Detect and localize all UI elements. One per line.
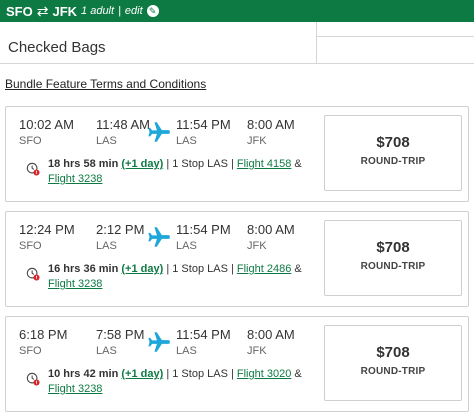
- fare-price: $708: [376, 344, 410, 361]
- airplane-icon: [148, 122, 170, 142]
- connection-airport: LAS: [96, 240, 117, 252]
- flight-number-link-1[interactable]: Flight 3020: [237, 368, 291, 380]
- trip-duration: 16 hrs 36 min: [48, 263, 119, 275]
- fare-type: ROUND-TRIP: [360, 156, 426, 167]
- arrival-airport: JFK: [247, 345, 267, 357]
- separator: |: [118, 5, 121, 17]
- flight-number-link-2[interactable]: Flight 3238: [48, 173, 102, 185]
- ampersand: &: [294, 158, 302, 170]
- arrival-time: 8:00 AM: [247, 222, 295, 237]
- plus-day-link[interactable]: (+1 day): [121, 368, 163, 380]
- ampersand: &: [294, 263, 302, 275]
- arrival-time: 8:00 AM: [247, 327, 295, 342]
- connection-arrival-time: 7:58 PM: [96, 327, 145, 342]
- flight-summary: 18 hrs 58 min (+1 day) | 1 Stop LAS | Fl…: [24, 157, 324, 187]
- trip-duration: 10 hrs 42 min: [48, 368, 119, 380]
- fare-type: ROUND-TRIP: [360, 366, 426, 377]
- connection-airport: LAS: [96, 345, 117, 357]
- trip-duration: 18 hrs 58 min: [48, 158, 119, 170]
- arrival-airport: JFK: [247, 135, 267, 147]
- connection-departure-airport: LAS: [176, 345, 197, 357]
- route-header: SFO ⇄ JFK 1 adult | edit ✎: [0, 0, 474, 22]
- stops-info: | 1 Stop LAS |: [166, 368, 234, 380]
- passenger-count: 1 adult: [81, 5, 115, 17]
- flight-number-link-1[interactable]: Flight 4158: [237, 158, 291, 170]
- connection-arrival-time: 11:48 AM: [96, 117, 150, 132]
- flight-card[interactable]: 10:02 AM SFO 11:48 AM LAS 11:54 PM LAS 8…: [5, 106, 469, 202]
- connection-departure-airport: LAS: [176, 135, 197, 147]
- airplane-icon: [148, 332, 170, 352]
- connection-airport: LAS: [96, 135, 117, 147]
- plus-day-link[interactable]: (+1 day): [121, 158, 163, 170]
- stops-info: | 1 Stop LAS |: [166, 263, 234, 275]
- flight-card[interactable]: 12:24 PM SFO 2:12 PM LAS 11:54 PM LAS 8:…: [5, 211, 469, 307]
- ampersand: &: [294, 368, 302, 380]
- flight-summary: 10 hrs 42 min (+1 day) | 1 Stop LAS | Fl…: [24, 367, 324, 397]
- edit-icon[interactable]: ✎: [146, 5, 159, 17]
- flight-number-link-2[interactable]: Flight 3238: [48, 278, 102, 290]
- checked-bags-label: Checked Bags: [8, 39, 106, 56]
- fare-select-button[interactable]: $708 ROUND-TRIP: [324, 115, 462, 191]
- departure-time: 10:02 AM: [19, 117, 74, 132]
- plus-day-link[interactable]: (+1 day): [121, 263, 163, 275]
- connection-departure-time: 11:54 PM: [176, 327, 231, 342]
- connection-departure-airport: LAS: [176, 240, 197, 252]
- flight-summary: 16 hrs 36 min (+1 day) | 1 Stop LAS | Fl…: [24, 262, 324, 292]
- destination-code: JFK: [52, 3, 78, 19]
- flight-number-link-1[interactable]: Flight 2486: [237, 263, 291, 275]
- flight-card[interactable]: 6:18 PM SFO 7:58 PM LAS 11:54 PM LAS 8:0…: [5, 316, 469, 412]
- connection-departure-time: 11:54 PM: [176, 117, 231, 132]
- departure-airport: SFO: [19, 240, 42, 252]
- bundle-terms-link[interactable]: Bundle Feature Terms and Conditions: [5, 77, 206, 91]
- column-divider: [316, 22, 317, 64]
- clock-alert-icon: [26, 267, 40, 281]
- fare-select-button[interactable]: $708 ROUND-TRIP: [324, 325, 462, 401]
- fare-price: $708: [376, 239, 410, 256]
- departure-airport: SFO: [19, 345, 42, 357]
- fare-type: ROUND-TRIP: [360, 261, 426, 272]
- clock-alert-icon: [26, 162, 40, 176]
- row-divider: [316, 36, 474, 37]
- checked-bags-row: Checked Bags: [0, 22, 474, 64]
- stops-info: | 1 Stop LAS |: [166, 158, 234, 170]
- swap-arrows-icon[interactable]: ⇄: [37, 3, 49, 20]
- edit-link[interactable]: edit: [125, 5, 143, 17]
- fare-select-button[interactable]: $708 ROUND-TRIP: [324, 220, 462, 296]
- departure-airport: SFO: [19, 135, 42, 147]
- connection-arrival-time: 2:12 PM: [96, 222, 145, 237]
- airplane-icon: [148, 227, 170, 247]
- arrival-time: 8:00 AM: [247, 117, 295, 132]
- flight-number-link-2[interactable]: Flight 3238: [48, 383, 102, 395]
- departure-time: 6:18 PM: [19, 327, 68, 342]
- fare-price: $708: [376, 134, 410, 151]
- departure-time: 12:24 PM: [19, 222, 75, 237]
- origin-code: SFO: [6, 3, 33, 19]
- clock-alert-icon: [26, 372, 40, 386]
- connection-departure-time: 11:54 PM: [176, 222, 231, 237]
- arrival-airport: JFK: [247, 240, 267, 252]
